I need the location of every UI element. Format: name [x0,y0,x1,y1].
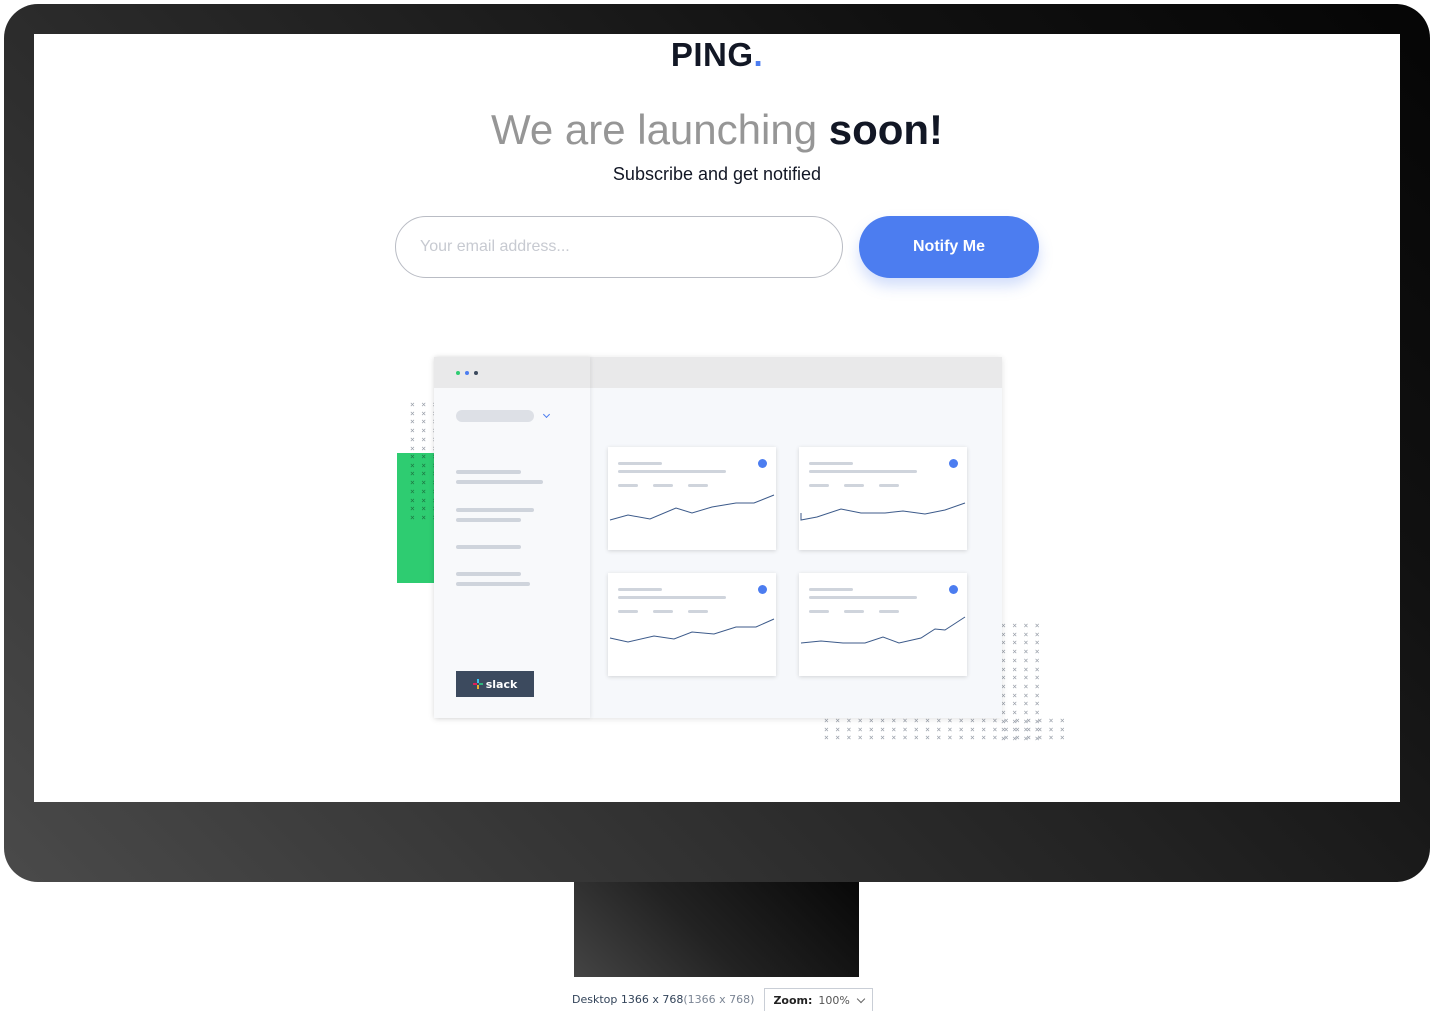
slack-label: slack [485,677,518,691]
headline-bold: soon! [828,106,944,153]
chart-card [799,573,967,676]
logo-text: PING [670,36,754,73]
device-name: Desktop 1366 x 768 [572,993,684,1006]
logo-dot: . [753,36,764,73]
logo: PING. [34,36,1400,74]
chart-card [608,573,776,676]
check-icon [758,459,767,468]
zoom-select[interactable]: Zoom: 100% [764,988,873,1011]
check-icon [949,459,958,468]
sidebar-dropdown [456,410,534,422]
chart-card [799,447,967,550]
email-field[interactable] [395,216,843,278]
device-dimensions: (1366 x 768) [683,993,755,1006]
app-sidebar: slack [434,357,590,718]
notify-me-button[interactable]: Notify Me [859,216,1039,278]
slack-badge: slack [456,671,534,697]
check-icon [758,585,767,594]
check-icon [949,585,958,594]
slack-icon [472,679,483,689]
app-window-mockup: slack [434,357,1002,718]
preview-toolbar: Desktop 1366 x 768(1366 x 768) Zoom: 100… [572,988,873,1011]
x-pattern-bottom: × × × × × × × × × × × × × × × × × × × × … [824,716,1066,743]
monitor-frame: PING. We are launching soon! Subscribe a… [4,4,1430,882]
device-selector[interactable]: Desktop 1366 x 768(1366 x 768) [572,993,754,1006]
chart-card [608,447,776,550]
page-subtitle: Subscribe and get notified [612,164,822,184]
screen: PING. We are launching soon! Subscribe a… [34,34,1400,802]
zoom-value: 100% [818,993,850,1007]
chevron-down-icon [542,410,551,419]
chevron-down-icon [856,994,866,1003]
headline-light: We are launching [490,106,829,153]
zoom-label: Zoom: [773,993,813,1007]
monitor-stand [574,882,859,977]
page-title: We are launching soon! [34,106,1400,154]
